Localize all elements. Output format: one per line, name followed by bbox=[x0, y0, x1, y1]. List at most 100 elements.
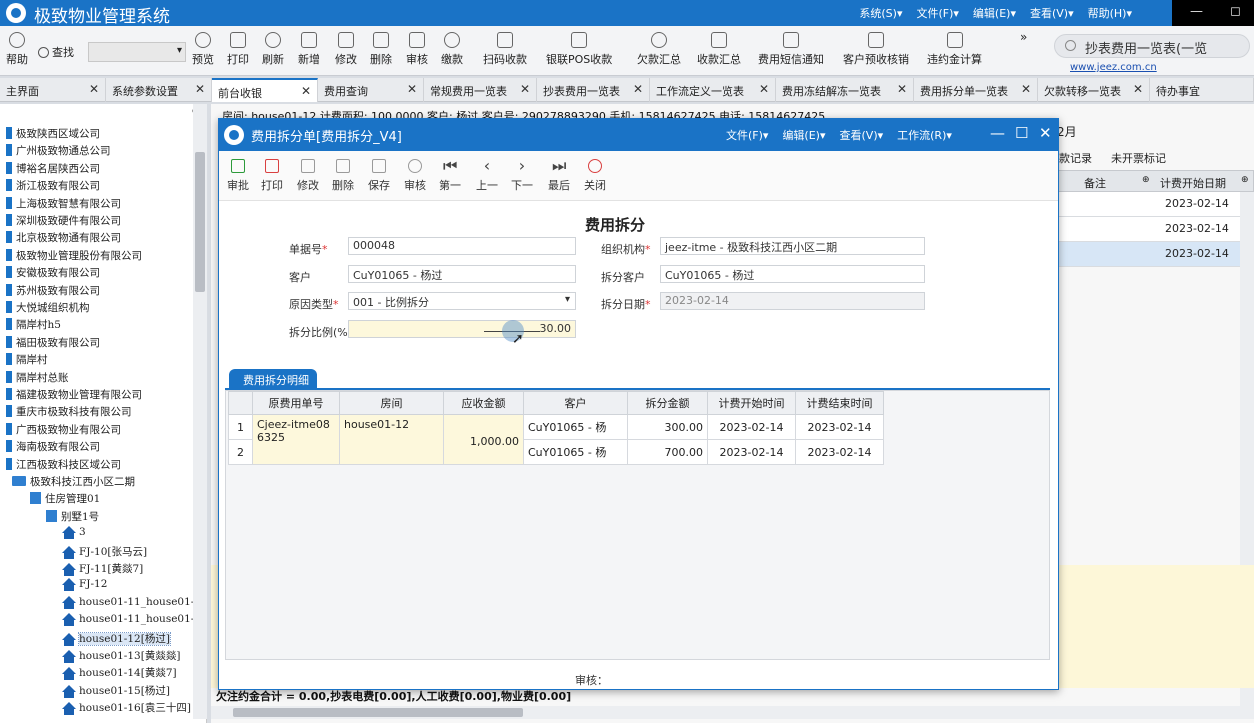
tree-node[interactable]: 极致物业管理股份有限公司 bbox=[6, 248, 142, 265]
customer-cell[interactable]: CuY01065 - 杨 bbox=[523, 439, 628, 465]
end-time-cell[interactable]: 2023-02-14 bbox=[795, 414, 884, 440]
find-combo[interactable] bbox=[88, 42, 186, 62]
tree-node[interactable]: 博裕名居陕西公司 bbox=[6, 161, 100, 178]
pin-icon[interactable]: ⊕ bbox=[1241, 175, 1249, 185]
tab-workflow[interactable]: 工作流定义一览表 ✕ bbox=[650, 78, 776, 102]
dialog-menu-file[interactable]: 文件(F)▾ bbox=[726, 127, 768, 143]
split-amount-cell[interactable]: 300.00 bbox=[627, 414, 708, 440]
receipt-summary-button[interactable]: 收款汇总 bbox=[697, 32, 741, 67]
prev-button[interactable]: ‹ 上一 bbox=[476, 158, 498, 193]
delete-button[interactable]: 删除 bbox=[370, 32, 392, 67]
split-ratio-field[interactable]: 30.00 bbox=[348, 320, 576, 338]
menu-help[interactable]: 帮助(H)▾ bbox=[1088, 5, 1132, 21]
tab-fee-freeze[interactable]: 费用冻结解冻一览表 ✕ bbox=[776, 78, 914, 102]
pin-icon[interactable]: ⊕ bbox=[1142, 175, 1150, 185]
end-time-cell[interactable]: 2023-02-14 bbox=[795, 439, 884, 465]
close-button[interactable]: ✕ bbox=[1039, 124, 1052, 142]
tree-node[interactable]: 上海极致智慧有限公司 bbox=[6, 196, 121, 213]
table-row[interactable]: 2023-02-14 bbox=[1057, 242, 1254, 267]
audit-button[interactable]: 审核 bbox=[406, 32, 428, 67]
table-row[interactable]: 2023-02-14 bbox=[1057, 192, 1254, 217]
tree-node[interactable]: 3 bbox=[62, 526, 86, 543]
close-dialog-button[interactable]: 关闭 bbox=[584, 159, 606, 193]
tab-main[interactable]: 主界面 ✕ bbox=[0, 78, 106, 102]
tab-regular-fees[interactable]: 常规费用一览表 ✕ bbox=[424, 78, 537, 102]
tree-node[interactable]: 隔岸村 bbox=[6, 352, 48, 369]
tree-node[interactable]: 深圳极致硬件有限公司 bbox=[6, 213, 121, 230]
tree-node[interactable]: 广州极致物通总公司 bbox=[6, 143, 111, 160]
tree-node[interactable]: 浙江极致有限公司 bbox=[6, 178, 100, 195]
customer-cell[interactable]: CuY01065 - 杨 bbox=[523, 414, 628, 440]
scan-pay-button[interactable]: 扫码收款 bbox=[483, 32, 527, 67]
tab-arrears-transfer[interactable]: 欠款转移一览表 ✕ bbox=[1038, 78, 1150, 102]
tree-node[interactable]: 福建极致物业管理有限公司 bbox=[6, 387, 142, 404]
tab-split-detail[interactable]: 费用拆分明细 bbox=[229, 369, 317, 389]
tree-node[interactable]: 海南极致有限公司 bbox=[6, 439, 100, 456]
penalty-calc-button[interactable]: 违约金计算 bbox=[927, 32, 982, 67]
pos-pay-button[interactable]: 银联POS收款 bbox=[546, 32, 612, 67]
subtab-payment-records[interactable]: 款记录 bbox=[1059, 150, 1092, 166]
room-cell[interactable]: house01-12 bbox=[339, 414, 444, 465]
reason-type-select[interactable]: 001 - 比例拆分 bbox=[348, 292, 576, 310]
split-amount-cell[interactable]: 700.00 bbox=[627, 439, 708, 465]
print-button[interactable]: 打印 bbox=[227, 32, 249, 67]
tree-scrollbar[interactable] bbox=[193, 104, 207, 719]
dialog-menu-workflow[interactable]: 工作流(R)▾ bbox=[897, 127, 952, 143]
toolbar-more-button[interactable]: » bbox=[1020, 30, 1027, 44]
tree-node[interactable]: 广西极致物业有限公司 bbox=[6, 422, 121, 439]
minimize-button[interactable]: — bbox=[1190, 4, 1203, 19]
refresh-button[interactable]: 刷新 bbox=[262, 32, 284, 67]
tab-system-params[interactable]: 系统参数设置 ✕ bbox=[106, 78, 212, 102]
tree-node[interactable]: house01-16[袁三十四] bbox=[62, 700, 191, 717]
site-link[interactable]: www.jeez.com.cn bbox=[1070, 62, 1157, 73]
tree-node[interactable]: house01-11_house01-1 bbox=[62, 596, 201, 613]
tree-node[interactable]: FJ-12 bbox=[62, 578, 107, 595]
payment-button[interactable]: 缴款 bbox=[441, 32, 463, 67]
close-icon[interactable]: ✕ bbox=[89, 82, 99, 96]
save-button[interactable]: 保存 bbox=[368, 159, 390, 193]
tree-scroll-thumb[interactable] bbox=[195, 152, 205, 292]
tree-node[interactable]: 安徽极致有限公司 bbox=[6, 265, 100, 282]
maximize-button[interactable]: ◻ bbox=[1230, 4, 1241, 19]
customer-field[interactable]: CuY01065 - 杨过 bbox=[348, 265, 576, 283]
tab-todo[interactable]: 待办事宜 bbox=[1150, 78, 1254, 102]
close-icon[interactable]: ✕ bbox=[195, 82, 205, 96]
first-button[interactable]: ⏮ 第一 bbox=[439, 158, 461, 193]
dialog-menu-edit[interactable]: 编辑(E)▾ bbox=[782, 127, 825, 143]
tree-node[interactable]: 江西极致科技区域公司 bbox=[6, 457, 121, 474]
minimize-button[interactable]: — bbox=[990, 124, 1005, 142]
close-icon[interactable]: ✕ bbox=[897, 82, 907, 96]
new-button[interactable]: 新增 bbox=[298, 32, 320, 67]
tree-node[interactable]: FJ-11[黄燚7] bbox=[62, 561, 143, 578]
menu-file[interactable]: 文件(F)▾ bbox=[916, 5, 958, 21]
close-icon[interactable]: ✕ bbox=[407, 82, 417, 96]
print-button[interactable]: 打印 bbox=[261, 159, 283, 193]
close-icon[interactable]: ✕ bbox=[301, 84, 311, 98]
dialog-menu-view[interactable]: 查看(V)▾ bbox=[840, 127, 884, 143]
tree-node[interactable]: house01-12[杨过] bbox=[62, 631, 171, 648]
tab-front-desk[interactable]: 前台收银 ✕ bbox=[212, 78, 318, 102]
tree-node[interactable]: house01-14[黄燚7] bbox=[62, 665, 177, 682]
tree-node[interactable]: 极致科技江西小区二期 bbox=[12, 474, 135, 491]
tree-node[interactable]: 隔岸村h5 bbox=[6, 317, 61, 334]
close-icon[interactable]: ✕ bbox=[1133, 82, 1143, 96]
last-button[interactable]: ⏭ 最后 bbox=[548, 158, 570, 193]
tab-fee-split[interactable]: 费用拆分单一览表 ✕ bbox=[914, 78, 1038, 102]
hscroll-thumb[interactable] bbox=[233, 708, 523, 717]
help-button[interactable]: 帮助 bbox=[6, 32, 28, 67]
close-icon[interactable]: ✕ bbox=[520, 82, 530, 96]
find-button[interactable]: 查找 bbox=[38, 44, 74, 60]
tab-fee-query[interactable]: 费用查询 ✕ bbox=[318, 78, 424, 102]
preview-button[interactable]: 预览 bbox=[192, 32, 214, 67]
orig-no-cell[interactable]: Cjeez-itme086325 bbox=[252, 414, 340, 465]
start-time-cell[interactable]: 2023-02-14 bbox=[707, 414, 796, 440]
tab-meter-fees[interactable]: 抄表费用一览表 ✕ bbox=[537, 78, 650, 102]
tree-node[interactable]: house01-15[杨过] bbox=[62, 683, 170, 700]
subtab-uninvoiced[interactable]: 未开票标记 bbox=[1111, 150, 1166, 166]
tree-node[interactable]: FJ-10[张马云] bbox=[62, 544, 147, 561]
maximize-button[interactable]: ☐ bbox=[1015, 124, 1028, 142]
audit-button[interactable]: 审核 bbox=[404, 159, 426, 193]
sms-notice-button[interactable]: 费用短信通知 bbox=[758, 32, 824, 67]
tree-node[interactable]: 住房管理01 bbox=[30, 491, 100, 508]
edit-button[interactable]: 修改 bbox=[335, 32, 357, 67]
